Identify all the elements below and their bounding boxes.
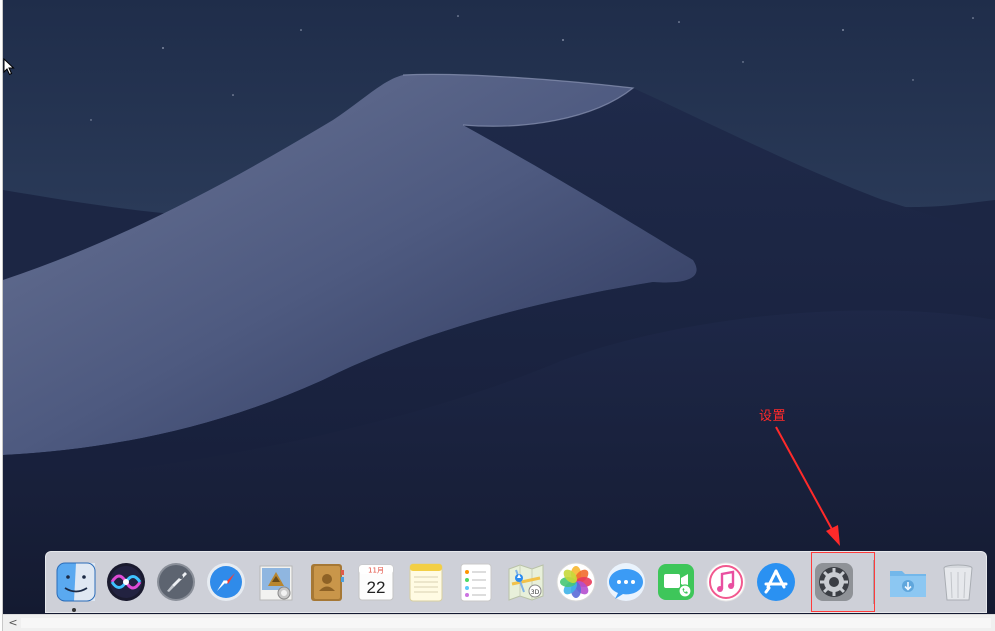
- photos-icon[interactable]: [554, 560, 598, 604]
- scrollbar-track[interactable]: [21, 618, 991, 628]
- app-store-icon[interactable]: [754, 560, 798, 604]
- maps-icon[interactable]: 3D: [504, 560, 548, 604]
- scroll-left-arrow[interactable]: <: [6, 615, 20, 631]
- annotation-label: 设置: [759, 409, 787, 424]
- reminders-icon[interactable]: [454, 560, 498, 604]
- annotation-highlight-box: [811, 552, 875, 612]
- mouse-pointer-icon: [3, 58, 15, 76]
- safari-icon[interactable]: [204, 560, 248, 604]
- itunes-icon[interactable]: [704, 560, 748, 604]
- trash-icon[interactable]: [936, 560, 980, 604]
- running-indicator: [72, 608, 76, 612]
- mojave-dune-wallpaper: [3, 0, 995, 614]
- facetime-icon[interactable]: [654, 560, 698, 604]
- launchpad-icon[interactable]: [154, 560, 198, 604]
- notes-icon[interactable]: [404, 560, 448, 604]
- contacts-icon[interactable]: [304, 560, 348, 604]
- downloads-folder-icon[interactable]: [886, 560, 930, 604]
- mail-icon[interactable]: [254, 560, 298, 604]
- calendar-icon[interactable]: 11月 22: [354, 560, 398, 604]
- calendar-day: 22: [367, 578, 386, 597]
- horizontal-scrollbar[interactable]: <: [3, 614, 995, 631]
- calendar-month: 11月: [368, 567, 384, 575]
- svg-text:3D: 3D: [531, 589, 540, 596]
- siri-icon[interactable]: [104, 560, 148, 604]
- messages-icon[interactable]: [604, 560, 648, 604]
- finder-icon[interactable]: [54, 560, 98, 604]
- desktop-wallpaper: [3, 0, 995, 614]
